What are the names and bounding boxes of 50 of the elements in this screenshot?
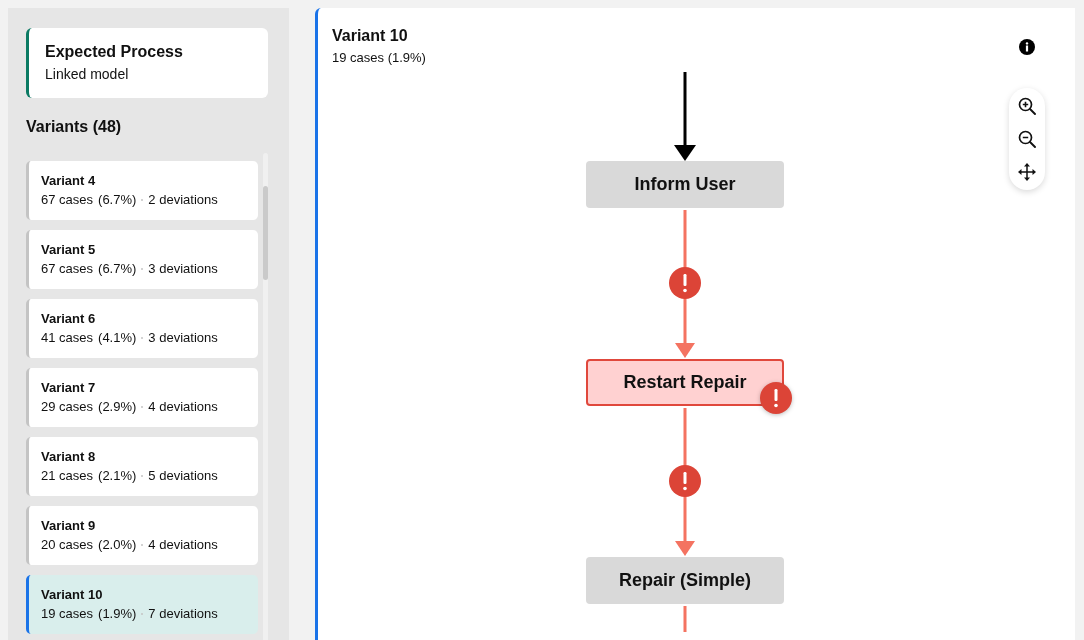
case-count: 21 cases	[41, 468, 94, 484]
deviation-count: 4 deviations	[148, 537, 218, 553]
variant-card[interactable]: Variant 4 67 cases (6.7%) 2 deviations	[26, 161, 258, 220]
variant-name: Variant 9	[41, 518, 96, 534]
case-count: 67 cases	[41, 192, 94, 208]
deviation-count: 3 deviations	[148, 330, 218, 346]
section-heading: Variants (48)	[26, 117, 122, 137]
deviation-count: 7 deviations	[148, 606, 218, 622]
deviation-count: 2 deviations	[148, 192, 218, 208]
variant-card[interactable]: Variant 5 67 cases (6.7%) 3 deviations	[26, 230, 258, 289]
card-subtitle: Linked model	[45, 65, 129, 83]
move-icon[interactable]	[1018, 163, 1036, 181]
variant-name: Variant 10	[41, 587, 103, 603]
scrollbar-thumb[interactable]	[263, 186, 268, 280]
zoom-in-icon[interactable]	[1018, 97, 1036, 115]
zoom-out-icon[interactable]	[1018, 130, 1036, 148]
case-count: 41 cases	[41, 330, 94, 346]
case-share: (2.1%)	[98, 468, 137, 484]
variant-card[interactable]: Variant 10 19 cases (1.9%) 7 deviations	[26, 575, 258, 634]
variant-card[interactable]: Variant 7 29 cases (2.9%) 4 deviations	[26, 368, 258, 427]
case-share: (6.7%)	[98, 261, 137, 277]
case-share: (2.0%)	[98, 537, 137, 553]
variant-name: Variant 5	[41, 242, 96, 258]
variant-card[interactable]: Variant 6 41 cases (4.1%) 3 deviations	[26, 299, 258, 358]
variant-name: Variant 6	[41, 311, 96, 327]
case-share: (2.9%)	[98, 399, 137, 415]
activity-node[interactable]: Restart Repair	[586, 359, 784, 406]
case-count: 67 cases	[41, 261, 94, 277]
activity-node[interactable]: Repair (Simple)	[586, 557, 784, 604]
variant-card[interactable]: Variant 9 20 cases (2.0%) 4 deviations	[26, 506, 258, 565]
activity-node[interactable]: Inform User	[586, 161, 784, 208]
case-share: (6.7%)	[98, 192, 137, 208]
case-share: (1.9%)	[98, 606, 137, 622]
variant-card[interactable]: Variant 8 21 cases (2.1%) 5 deviations	[26, 437, 258, 496]
card-title: Expected Process	[45, 42, 183, 62]
variant-name: Variant 4	[41, 173, 96, 189]
deviation-count: 5 deviations	[148, 468, 218, 484]
variant-name: Variant 7	[41, 380, 96, 396]
variant-name: Variant 8	[41, 449, 96, 465]
variant-summary: 19 cases (1.9%)	[332, 49, 426, 66]
info-icon[interactable]	[1019, 39, 1035, 55]
case-count: 29 cases	[41, 399, 94, 415]
case-share: (4.1%)	[98, 330, 137, 346]
variant-title: Variant 10	[332, 26, 408, 46]
case-count: 20 cases	[41, 537, 94, 553]
scrollbar[interactable]	[263, 153, 268, 640]
expected-process-card[interactable]: Expected Process Linked model	[26, 28, 268, 98]
deviation-count: 3 deviations	[148, 261, 218, 277]
case-count: 19 cases	[41, 606, 94, 622]
deviation-count: 4 deviations	[148, 399, 218, 415]
